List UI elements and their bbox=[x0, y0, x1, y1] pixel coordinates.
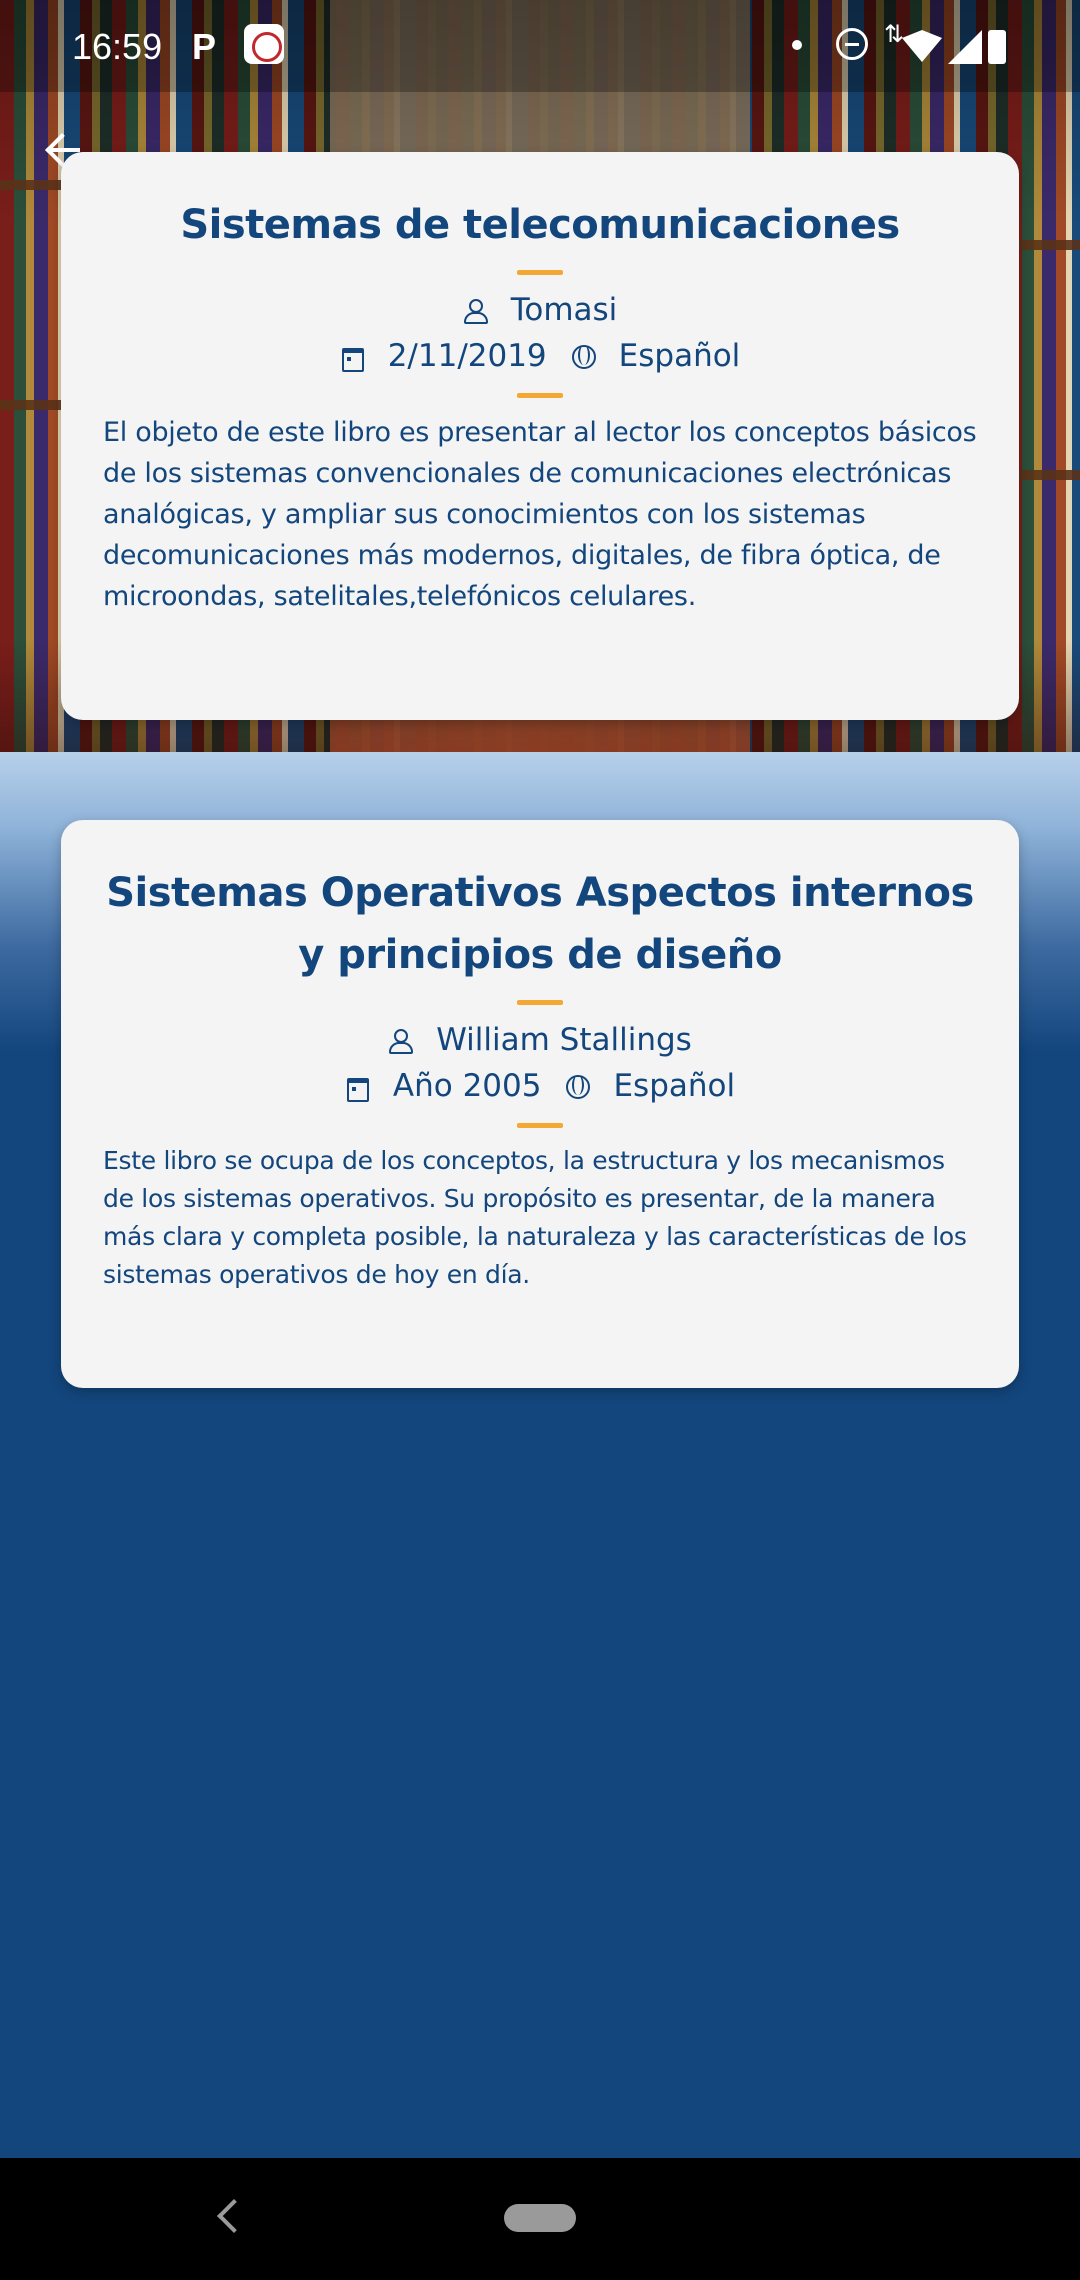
book-card[interactable]: Sistemas Operativos Aspectos internos y … bbox=[61, 820, 1019, 1388]
book-date-text: 2/11/2019 bbox=[387, 338, 547, 374]
signal-icon bbox=[948, 30, 982, 64]
book-language: Español bbox=[571, 333, 741, 379]
data-arrows-icon: ⇅ bbox=[884, 20, 905, 48]
book-language: Español bbox=[565, 1063, 735, 1109]
book-meta-line: Año 2005 Español bbox=[103, 1063, 977, 1109]
person-icon bbox=[463, 298, 488, 324]
book-description: El objeto de este libro es presentar al … bbox=[103, 417, 977, 612]
book-title: Sistemas Operativos Aspectos internos y … bbox=[106, 870, 974, 978]
accent-divider bbox=[517, 1000, 563, 1005]
book-card[interactable]: Sistemas de telecomunicaciones Tomasi 2/… bbox=[61, 152, 1019, 720]
nav-home-pill-icon[interactable] bbox=[504, 2204, 576, 2232]
do-not-disturb-icon bbox=[836, 28, 868, 60]
book-author-name: William Stallings bbox=[436, 1022, 692, 1058]
accent-divider bbox=[517, 393, 563, 398]
nav-back-icon[interactable] bbox=[217, 2199, 251, 2233]
globe-icon bbox=[565, 1074, 591, 1099]
accent-divider bbox=[517, 1123, 563, 1128]
book-author: William Stallings bbox=[388, 1017, 692, 1063]
book-author-name: Tomasi bbox=[510, 292, 618, 328]
book-description: Este libro se ocupa de los conceptos, la… bbox=[103, 1146, 967, 1289]
book-date: 2/11/2019 bbox=[340, 333, 547, 379]
book-author-line: Tomasi bbox=[103, 287, 977, 333]
calendar-icon bbox=[340, 344, 364, 372]
globe-icon bbox=[571, 344, 596, 369]
book-date: Año 2005 bbox=[345, 1063, 542, 1109]
book-author: Tomasi bbox=[463, 287, 618, 333]
accent-divider bbox=[517, 270, 563, 275]
book-language-text: Español bbox=[613, 1068, 736, 1104]
calendar-icon bbox=[345, 1074, 369, 1102]
book-author-line: William Stallings bbox=[103, 1017, 977, 1063]
battery-icon bbox=[988, 30, 1006, 64]
notification-app-icon bbox=[244, 24, 284, 64]
parking-app-icon: P bbox=[192, 26, 217, 67]
dot-icon bbox=[792, 40, 802, 50]
book-title: Sistemas de telecomunicaciones bbox=[180, 202, 900, 248]
status-time: 16:59 bbox=[72, 26, 163, 67]
book-date-text: Año 2005 bbox=[392, 1068, 542, 1104]
wifi-icon bbox=[902, 30, 942, 62]
book-language-text: Español bbox=[618, 338, 741, 374]
book-meta-line: 2/11/2019 Español bbox=[103, 333, 977, 379]
navigation-bar bbox=[0, 2158, 1080, 2280]
status-bar: 16:59 P ⇅ bbox=[0, 0, 1080, 92]
person-icon bbox=[388, 1028, 414, 1054]
